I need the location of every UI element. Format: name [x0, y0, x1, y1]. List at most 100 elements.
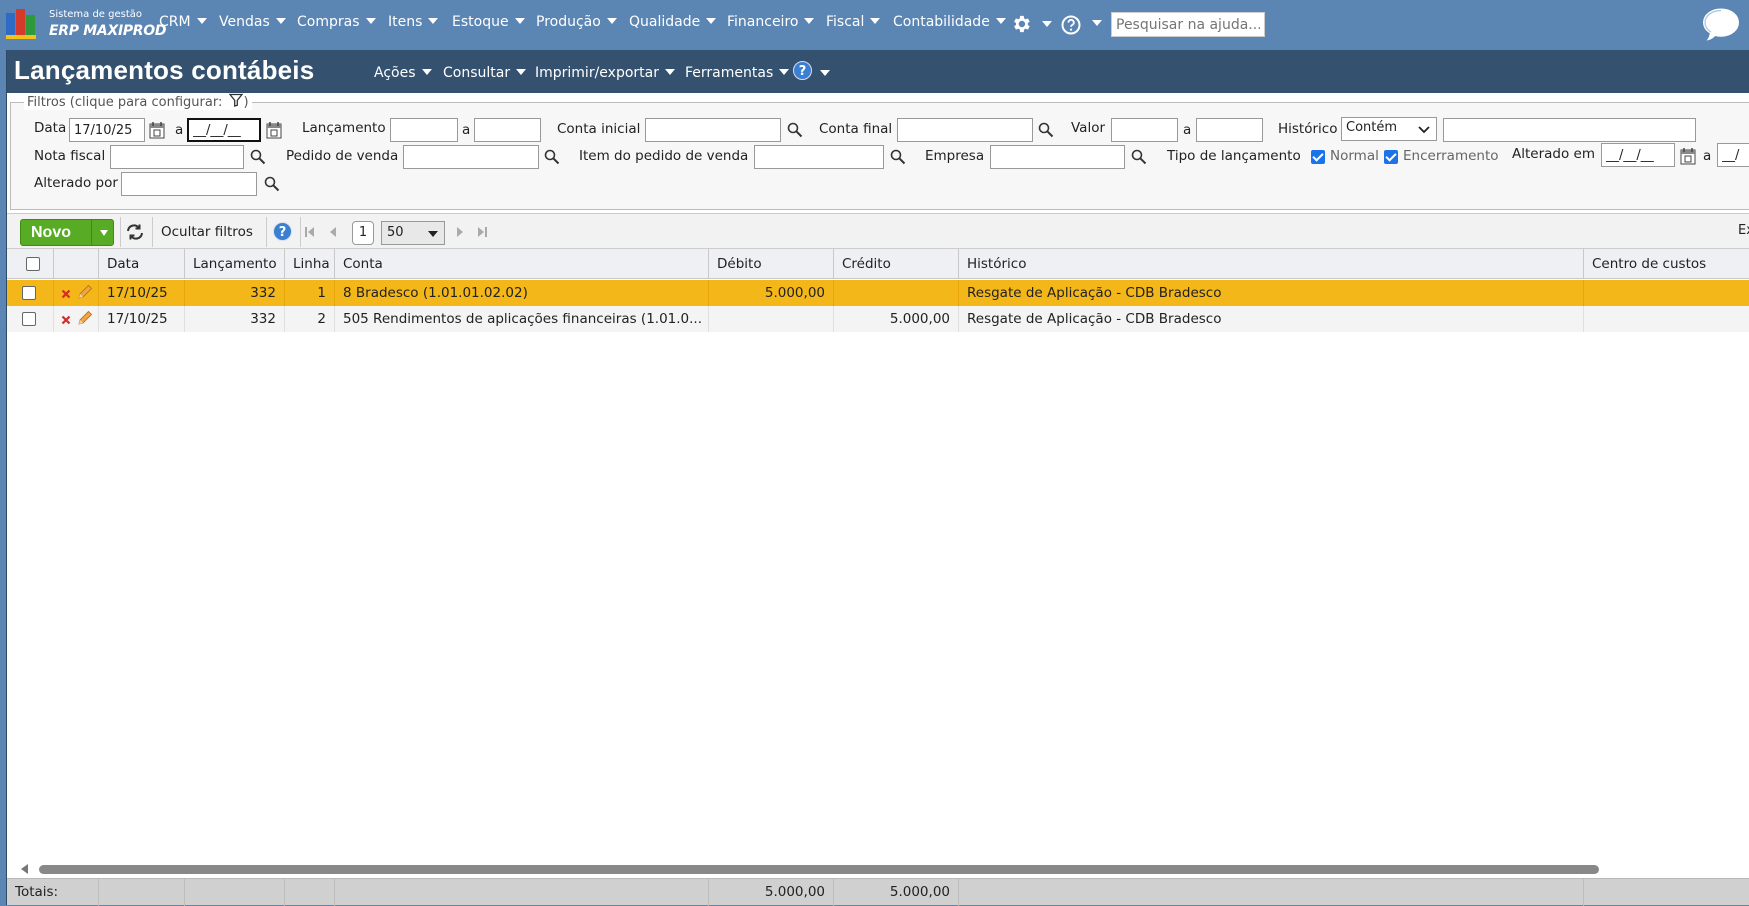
filter-alterado-por[interactable] — [121, 172, 257, 196]
header-conta[interactable]: Conta — [335, 249, 709, 279]
header-lancamento[interactable]: Lançamento — [185, 249, 285, 279]
select-all-checkbox[interactable] — [26, 257, 40, 271]
filter-alterado-em-from[interactable] — [1601, 143, 1675, 167]
filter-historico-operator[interactable]: Contém — [1341, 117, 1437, 141]
filter-empresa[interactable] — [990, 145, 1125, 169]
filter-valor-label: Valor — [1071, 120, 1106, 136]
header-debito[interactable]: Débito — [709, 249, 834, 279]
cell-credito: 5.000,00 — [834, 306, 959, 332]
chat-bubble-icon[interactable] — [1700, 5, 1742, 45]
filter-pedido-venda[interactable] — [403, 145, 539, 169]
totals-empty — [185, 879, 285, 906]
prev-page-icon[interactable] — [328, 226, 338, 238]
page-number-input[interactable]: 1 — [352, 221, 374, 245]
edit-pencil-icon[interactable] — [76, 309, 94, 327]
filters-legend[interactable]: Filtros (clique para configurar: ) — [24, 93, 252, 110]
tipo-normal-checkbox[interactable] — [1311, 150, 1325, 164]
nav-vendas[interactable]: Vendas — [219, 14, 286, 30]
calendar-icon[interactable] — [1680, 147, 1696, 165]
search-icon[interactable] — [544, 149, 560, 165]
calendar-icon[interactable] — [149, 121, 165, 139]
search-icon[interactable] — [1131, 149, 1147, 165]
nav-financeiro[interactable]: Financeiro — [727, 14, 815, 30]
search-icon[interactable] — [787, 122, 803, 138]
historico-operator-value: Contém — [1346, 120, 1398, 135]
app-logo[interactable]: Sistema de gestão ERP MAXIPROD — [6, 6, 167, 42]
filter-data-label: Data — [34, 120, 67, 136]
nav-estoque[interactable]: Estoque — [452, 14, 525, 30]
table-row[interactable]: 17/10/25 332 1 8 Bradesco (1.01.01.02.02… — [7, 280, 1749, 306]
refresh-icon[interactable] — [125, 223, 145, 241]
filter-conta-inicial[interactable] — [645, 118, 781, 142]
nav-compras[interactable]: Compras — [297, 14, 376, 30]
export-button[interactable]: Ex — [1738, 223, 1749, 238]
filter-icon[interactable] — [229, 93, 244, 107]
help-icon[interactable]: ? — [273, 222, 292, 241]
chevron-down-icon — [779, 68, 790, 75]
nav-qualidade[interactable]: Qualidade — [629, 14, 717, 30]
calendar-icon[interactable] — [266, 121, 282, 139]
delete-icon[interactable] — [61, 289, 71, 299]
menu-imprimir-exportar[interactable]: Imprimir/exportar — [535, 65, 675, 81]
row-select-cell — [7, 306, 54, 332]
filter-item-pedido[interactable] — [754, 145, 884, 169]
scroll-left-icon[interactable] — [21, 864, 28, 874]
settings-menu[interactable] — [1010, 13, 1052, 39]
nav-contabilidade[interactable]: Contabilidade — [893, 14, 1006, 30]
header-credito[interactable]: Crédito — [834, 249, 959, 279]
help-search-input[interactable] — [1111, 12, 1265, 37]
next-page-icon[interactable] — [455, 226, 465, 238]
chevron-down-icon — [706, 17, 717, 24]
filter-data-from[interactable] — [69, 118, 145, 142]
chevron-down-icon — [820, 70, 830, 76]
search-icon[interactable] — [890, 149, 906, 165]
nav-itens[interactable]: Itens — [388, 14, 439, 30]
filter-conta-final[interactable] — [897, 118, 1033, 142]
cell-data: 17/10/25 — [99, 306, 185, 332]
filter-lancamento-from[interactable] — [390, 118, 458, 142]
filter-data-to[interactable] — [187, 118, 261, 142]
totals-empty — [335, 879, 709, 906]
filter-lancamento-to[interactable] — [474, 118, 541, 142]
table-row[interactable]: 17/10/25 332 2 505 Rendimentos de aplica… — [7, 306, 1749, 332]
per-page-select[interactable]: 50 — [381, 221, 445, 245]
delete-icon[interactable] — [61, 315, 71, 325]
chevron-down-icon[interactable] — [100, 230, 108, 236]
menu-acoes[interactable]: Ações — [374, 65, 432, 81]
search-icon[interactable] — [264, 176, 280, 192]
header-data[interactable]: Data — [99, 249, 185, 279]
first-page-icon[interactable] — [305, 226, 315, 238]
header-centro-custos[interactable]: Centro de custos — [1584, 249, 1749, 279]
header-historico[interactable]: Histórico — [959, 249, 1584, 279]
row-checkbox[interactable] — [22, 312, 36, 326]
filter-nota-fiscal[interactable] — [110, 145, 244, 169]
horizontal-scrollbar[interactable] — [17, 862, 1749, 876]
title-help[interactable]: ? — [793, 61, 830, 80]
nav-producao[interactable]: Produção — [536, 14, 617, 30]
filter-valor-from[interactable] — [1111, 118, 1178, 142]
nav-fiscal[interactable]: Fiscal — [826, 14, 881, 30]
search-icon[interactable] — [250, 149, 266, 165]
cell-lancamento: 332 — [185, 306, 285, 332]
help-icon: ? — [793, 61, 812, 80]
row-checkbox[interactable] — [22, 286, 36, 300]
last-page-icon[interactable] — [477, 226, 487, 238]
tipo-encerramento-checkbox[interactable] — [1384, 150, 1398, 164]
edit-pencil-icon[interactable] — [76, 283, 94, 301]
search-icon[interactable] — [1038, 122, 1054, 138]
chevron-down-icon — [365, 17, 376, 24]
filter-valor-to[interactable] — [1196, 118, 1263, 142]
filter-lancamento-label: Lançamento — [302, 120, 386, 136]
menu-consultar[interactable]: Consultar — [443, 65, 527, 81]
nav-crm[interactable]: CRM — [159, 14, 207, 30]
cell-conta: 505 Rendimentos de aplicações financeira… — [335, 306, 709, 332]
filter-alterado-em-to[interactable] — [1717, 143, 1749, 167]
help-menu[interactable] — [1061, 15, 1102, 39]
toolbar-divider — [120, 217, 121, 247]
scrollbar-thumb[interactable] — [39, 865, 1599, 874]
novo-button[interactable]: Novo — [20, 219, 114, 246]
menu-ferramentas[interactable]: Ferramentas — [685, 65, 790, 81]
filter-historico-text[interactable] — [1443, 118, 1696, 142]
header-linha[interactable]: Linha — [285, 249, 335, 279]
ocultar-filtros-button[interactable]: Ocultar filtros — [161, 224, 253, 240]
